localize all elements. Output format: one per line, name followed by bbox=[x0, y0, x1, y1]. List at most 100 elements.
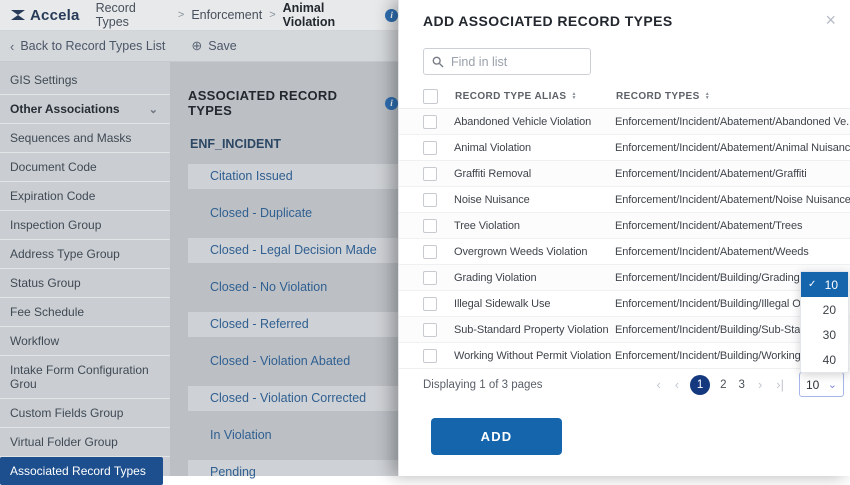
table-row[interactable]: Tree Violation Enforcement/Incident/Abat… bbox=[399, 213, 850, 239]
pagination-bar: Displaying 1 of 3 pages ‹ ‹ 12 3 › ›| 10 … bbox=[399, 371, 850, 398]
panel-title: ASSOCIATED RECORD TYPES i bbox=[188, 88, 398, 118]
chevron-down-icon: ⌄ bbox=[149, 103, 158, 116]
select-all-checkbox[interactable] bbox=[423, 89, 438, 104]
accela-logo-text: Accela bbox=[30, 7, 80, 24]
sidebar-item[interactable]: Other Associations ⌄ bbox=[0, 95, 170, 124]
row-checkbox[interactable] bbox=[423, 245, 437, 259]
sidebar-item[interactable]: Custom Fields Group ⌄ bbox=[0, 399, 170, 428]
record-types-cell: Enforcement/Incident/Abatement/Noise Nui… bbox=[615, 194, 850, 206]
sidebar-item[interactable]: Expiration Code ⌄ bbox=[0, 182, 170, 211]
record-type-link[interactable]: In Violation bbox=[188, 423, 398, 448]
sidebar-item[interactable]: Associated Record Types ⌄ bbox=[0, 457, 163, 485]
record-type-link[interactable]: Citation Issued bbox=[188, 164, 398, 189]
row-checkbox[interactable] bbox=[423, 297, 437, 311]
sidebar-item-label: Fee Schedule bbox=[10, 305, 84, 319]
record-type-link[interactable]: Closed - Legal Decision Made bbox=[188, 238, 398, 263]
sort-icon[interactable]: ▲▼ bbox=[571, 92, 576, 100]
table-row[interactable]: Graffiti Removal Enforcement/Incident/Ab… bbox=[399, 161, 850, 187]
close-icon[interactable]: × bbox=[825, 13, 836, 27]
table-row[interactable]: Sub-Standard Property Violation Enforcem… bbox=[399, 317, 850, 343]
page-size-option[interactable]: ✓ 20 bbox=[801, 297, 848, 322]
row-checkbox[interactable] bbox=[423, 219, 437, 233]
sidebar-item-label: Inspection Group bbox=[10, 218, 101, 232]
page-size-value: 10 bbox=[806, 378, 819, 392]
table-header: RECORD TYPE ALIAS▲▼ RECORD TYPES▲▼ bbox=[399, 85, 850, 109]
page-number-button[interactable]: 2 bbox=[720, 379, 726, 391]
breadcrumb-enforcement[interactable]: Enforcement bbox=[191, 8, 262, 22]
sidebar-item[interactable]: Intake Form Configuration Grou ⌄ bbox=[0, 356, 170, 399]
sidebar-item[interactable]: Status Group ⌄ bbox=[0, 269, 170, 298]
save-button[interactable]: ⊕ Save bbox=[191, 38, 236, 54]
row-checkbox[interactable] bbox=[423, 141, 437, 155]
associated-record-types-panel: ASSOCIATED RECORD TYPES i ENF_INCIDENT C… bbox=[170, 62, 398, 476]
page-size-option[interactable]: ✓ 30 bbox=[801, 322, 848, 347]
record-types-cell: Enforcement/Incident/Abatement/Animal Nu… bbox=[615, 142, 850, 154]
column-header-record-type-alias[interactable]: RECORD TYPE ALIAS▲▼ bbox=[455, 91, 616, 102]
table-row[interactable]: Noise Nuisance Enforcement/Incident/Abat… bbox=[399, 187, 850, 213]
table-row[interactable]: Animal Violation Enforcement/Incident/Ab… bbox=[399, 135, 850, 161]
sidebar-item[interactable]: Workflow ⌄ bbox=[0, 327, 170, 356]
record-type-alias-cell: Abandoned Vehicle Violation bbox=[454, 116, 615, 128]
record-type-link[interactable]: Closed - Violation Abated bbox=[188, 349, 398, 374]
record-types-cell: Enforcement/Incident/Abatement/Graffiti bbox=[615, 168, 850, 180]
chevron-left-icon: ‹ bbox=[10, 39, 14, 54]
info-icon[interactable]: i bbox=[385, 97, 398, 110]
accela-logo: Accela bbox=[10, 7, 80, 24]
last-page-icon[interactable]: ›| bbox=[776, 377, 784, 392]
sort-icon[interactable]: ▲▼ bbox=[705, 92, 710, 100]
table-row[interactable]: Illegal Sidewalk Use Enforcement/Inciden… bbox=[399, 291, 850, 317]
search-box[interactable] bbox=[423, 48, 591, 75]
sidebar-item-label: Other Associations bbox=[10, 102, 120, 116]
record-type-group-label[interactable]: ENF_INCIDENT bbox=[188, 137, 398, 151]
record-types-cell: Enforcement/Incident/Abatement/Abandoned… bbox=[615, 116, 850, 128]
sidebar-item-label: Custom Fields Group bbox=[10, 406, 123, 420]
page-size-select[interactable]: 10 ⌄ bbox=[799, 372, 844, 397]
record-type-link[interactable]: Closed - No Violation bbox=[188, 275, 398, 300]
accela-logo-icon bbox=[10, 7, 26, 23]
sidebar-item[interactable]: Document Code ⌄ bbox=[0, 153, 170, 182]
record-type-link[interactable]: Closed - Duplicate bbox=[188, 201, 398, 226]
row-checkbox[interactable] bbox=[423, 349, 437, 363]
previous-page-icon[interactable]: ‹ bbox=[675, 377, 679, 392]
page-size-option-label: 10 bbox=[825, 278, 838, 292]
sidebar-item-label: Intake Form Configuration Grou bbox=[10, 363, 158, 391]
table-row[interactable]: Grading Violation Enforcement/Incident/B… bbox=[399, 265, 850, 291]
page-size-option[interactable]: ✓ 10 bbox=[801, 272, 848, 297]
pagination-summary: Displaying 1 of 3 pages bbox=[423, 379, 649, 391]
table-row[interactable]: Overgrown Weeds Violation Enforcement/In… bbox=[399, 239, 850, 265]
sidebar-item-label: Virtual Folder Group bbox=[10, 435, 118, 449]
sidebar-item[interactable]: Sequences and Masks ⌄ bbox=[0, 124, 170, 153]
row-checkbox[interactable] bbox=[423, 271, 437, 285]
sidebar-item-label: Expiration Code bbox=[10, 189, 95, 203]
row-checkbox[interactable] bbox=[423, 167, 437, 181]
sidebar-item[interactable]: Inspection Group ⌄ bbox=[0, 211, 170, 240]
page-number-button[interactable]: 1 bbox=[690, 375, 710, 395]
table-row[interactable]: Abandoned Vehicle Violation Enforcement/… bbox=[399, 109, 850, 135]
page-number-button[interactable]: 3 bbox=[739, 379, 745, 391]
record-type-alias-cell: Working Without Permit Violation bbox=[454, 350, 615, 362]
table-row[interactable]: Working Without Permit Violation Enforce… bbox=[399, 343, 850, 369]
sidebar-item-label: Sequences and Masks bbox=[10, 131, 131, 145]
sidebar-item[interactable]: Fee Schedule ⌄ bbox=[0, 298, 170, 327]
search-input[interactable] bbox=[451, 55, 571, 69]
first-page-icon[interactable]: ‹ bbox=[656, 377, 660, 392]
sidebar-item[interactable]: GIS Settings ⌄ bbox=[0, 66, 170, 95]
record-type-link[interactable]: Closed - Violation Corrected bbox=[188, 386, 398, 411]
sidebar-item[interactable]: Address Type Group ⌄ bbox=[0, 240, 170, 269]
row-checkbox[interactable] bbox=[423, 323, 437, 337]
back-button[interactable]: ‹ Back to Record Types List bbox=[10, 39, 165, 54]
record-types-cell: Enforcement/Incident/Abatement/Weeds bbox=[615, 246, 850, 258]
sidebar-item[interactable]: Virtual Folder Group ⌄ bbox=[0, 428, 170, 457]
column-header-record-types[interactable]: RECORD TYPES▲▼ bbox=[616, 91, 850, 102]
breadcrumb-record-types[interactable]: Record Types bbox=[96, 1, 171, 29]
record-type-link[interactable]: Closed - Referred bbox=[188, 312, 398, 337]
row-checkbox[interactable] bbox=[423, 115, 437, 129]
info-icon[interactable]: i bbox=[385, 9, 398, 22]
row-checkbox[interactable] bbox=[423, 193, 437, 207]
associated-record-type-list: Citation Issued Closed - Duplicate Closed … bbox=[188, 164, 398, 485]
record-type-alias-cell: Sub-Standard Property Violation bbox=[454, 324, 615, 336]
page-size-option[interactable]: ✓ 40 bbox=[801, 347, 848, 372]
add-button[interactable]: ADD bbox=[431, 418, 562, 455]
next-page-icon[interactable]: › bbox=[758, 377, 762, 392]
record-type-link[interactable]: Pending bbox=[188, 460, 398, 485]
